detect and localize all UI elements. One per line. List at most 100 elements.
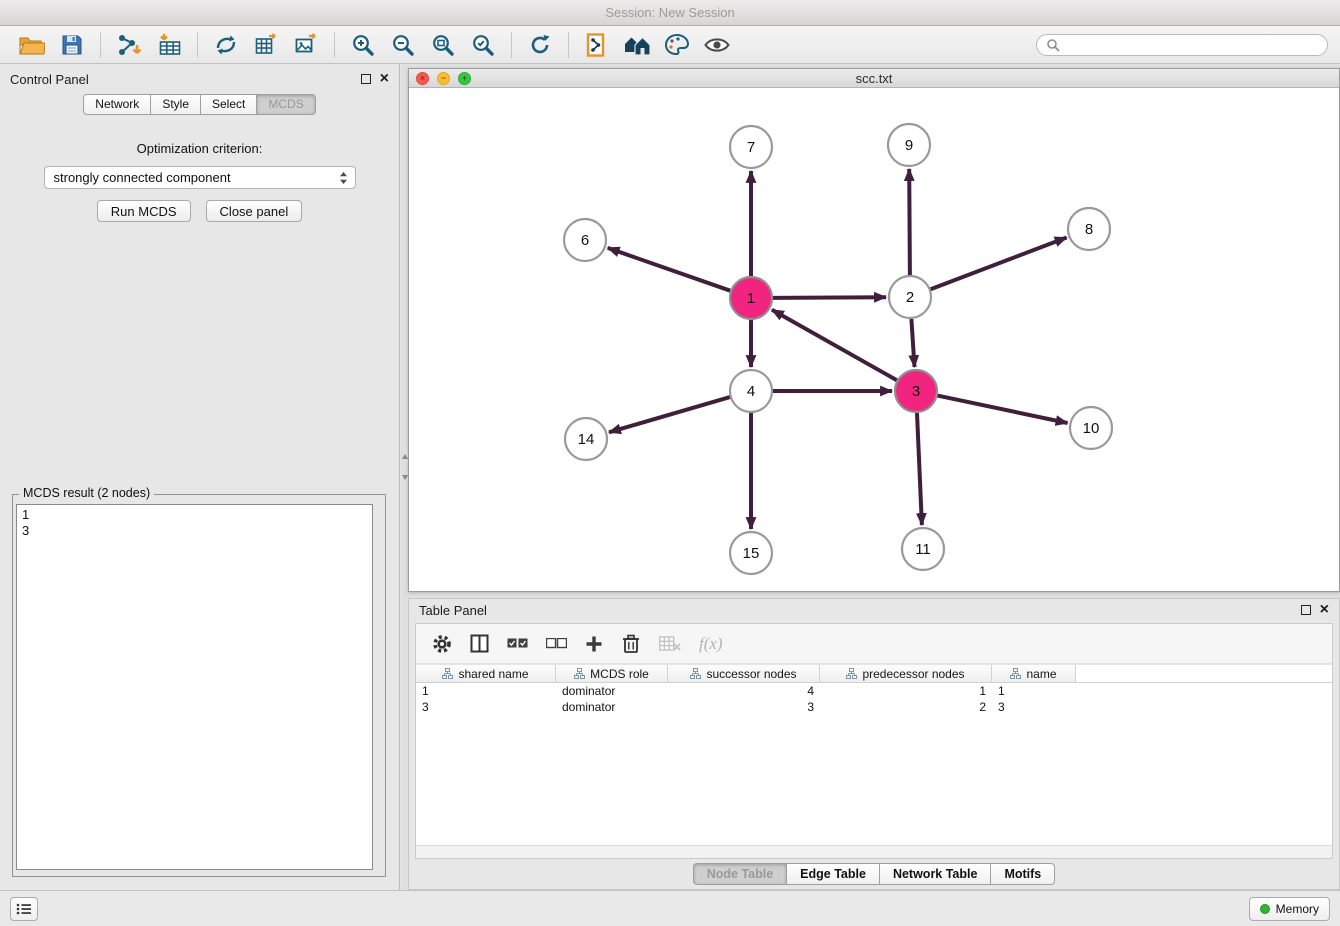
graph-node-label: 6 [581, 232, 589, 249]
mcds-result-item: 1 [22, 507, 367, 523]
column-header-name[interactable]: name [992, 665, 1076, 682]
column-tree-icon [690, 668, 701, 679]
graph-node-10[interactable]: 10 [1070, 407, 1112, 449]
graph-node-1[interactable]: 1 [730, 277, 772, 319]
graph-edge-1-2[interactable] [773, 297, 886, 298]
column-header-mcds-role[interactable]: MCDS role [556, 665, 668, 682]
run-mcds-button[interactable]: Run MCDS [97, 200, 191, 222]
tab-motifs[interactable]: Motifs [991, 863, 1055, 885]
graph-node-6[interactable]: 6 [564, 219, 606, 261]
close-table-panel-button[interactable]: × [1320, 604, 1329, 616]
close-panel-button[interactable]: × [380, 73, 389, 85]
network-window-titlebar[interactable]: × − + scc.txt [409, 69, 1339, 88]
home-button[interactable] [618, 29, 656, 61]
graph-edge-3-1[interactable] [772, 310, 897, 380]
graph-node-15[interactable]: 15 [730, 532, 772, 574]
minimize-window-button[interactable]: − [437, 72, 450, 85]
graph-edge-3-11[interactable] [917, 413, 922, 525]
close-window-button[interactable]: × [416, 72, 429, 85]
refresh-button[interactable] [521, 29, 559, 61]
column-header-successor-nodes[interactable]: successor nodes [668, 665, 820, 682]
new-network-button[interactable] [207, 29, 245, 61]
control-panel-title: Control Panel [10, 72, 89, 87]
graph-node-2[interactable]: 2 [889, 276, 931, 318]
criterion-dropdown[interactable]: strongly connected component [44, 166, 356, 189]
tab-style[interactable]: Style [151, 94, 201, 115]
table-row[interactable]: 1dominator411 [416, 683, 1332, 699]
tab-select[interactable]: Select [201, 94, 257, 115]
zoom-in-icon [351, 33, 375, 57]
show-columns-button[interactable] [470, 634, 489, 653]
table-cell: 4 [668, 684, 820, 698]
zoom-in-button[interactable] [344, 29, 382, 61]
network-snapshot-button[interactable] [578, 29, 616, 61]
delete-row-button[interactable] [621, 633, 641, 654]
open-session-button[interactable] [13, 29, 51, 61]
import-table-button[interactable] [150, 29, 188, 61]
table-horizontal-scrollbar[interactable] [416, 845, 1332, 858]
graph-node-9[interactable]: 9 [888, 124, 930, 166]
maximize-window-button[interactable]: + [458, 72, 471, 85]
tab-network-table[interactable]: Network Table [880, 863, 992, 885]
select-all-rows-button[interactable] [507, 638, 528, 649]
function-builder-button[interactable]: f(x) [699, 634, 723, 654]
tab-mcds[interactable]: MCDS [257, 94, 315, 115]
style-button[interactable] [658, 29, 696, 61]
zoom-selected-button[interactable] [464, 29, 502, 61]
network-canvas[interactable]: 7 9 6 8 1 2 4 3 14 10 15 11 [409, 88, 1339, 591]
graph-node-11[interactable]: 11 [902, 528, 944, 570]
import-network-button[interactable] [110, 29, 148, 61]
add-row-plus-icon [585, 635, 603, 653]
export-table-button[interactable] [247, 29, 285, 61]
graph-node-8[interactable]: 8 [1068, 208, 1110, 250]
graph-edge-1-6[interactable] [608, 248, 731, 291]
float-panel-button[interactable] [361, 74, 371, 84]
graph-node-label: 2 [906, 289, 914, 306]
tab-edge-table[interactable]: Edge Table [787, 863, 880, 885]
export-image-button[interactable] [287, 29, 325, 61]
tab-node-table[interactable]: Node Table [693, 863, 787, 885]
show-hide-button[interactable] [698, 29, 736, 61]
task-history-button[interactable] [10, 897, 38, 921]
table-row[interactable]: 3dominator323 [416, 699, 1332, 715]
function-builder-icon: f(x) [699, 634, 723, 654]
graph-node-4[interactable]: 4 [730, 370, 772, 412]
refresh-icon [528, 33, 552, 57]
export-table-icon [254, 33, 278, 57]
table-panel-title: Table Panel [419, 603, 487, 618]
close-panel-button-2[interactable]: Close panel [206, 200, 303, 222]
tab-network[interactable]: Network [83, 94, 151, 115]
node-table-header: shared nameMCDS rolesuccessor nodesprede… [416, 664, 1332, 683]
float-table-panel-button[interactable] [1301, 605, 1311, 615]
graph-node-14[interactable]: 14 [565, 418, 607, 460]
search-field[interactable] [1036, 34, 1328, 56]
optimization-criterion-label: Optimization criterion: [0, 141, 399, 156]
graph-edge-2-9[interactable] [909, 169, 910, 275]
status-bar: Memory [0, 890, 1340, 926]
add-row-button[interactable] [585, 635, 603, 653]
network-window: × − + scc.txt 7 9 6 8 1 2 4 3 14 10 15 11 [408, 68, 1340, 592]
show-hide-eye-icon [704, 36, 730, 54]
control-panel-header: Control Panel × [0, 64, 399, 94]
table-toolbar: f(x) [416, 624, 1332, 664]
zoom-out-button[interactable] [384, 29, 422, 61]
mcds-result-list[interactable]: 13 [16, 504, 373, 870]
deselect-all-rows-button[interactable] [546, 638, 567, 649]
memory-button[interactable]: Memory [1249, 897, 1330, 921]
column-header-predecessor-nodes[interactable]: predecessor nodes [820, 665, 992, 682]
graph-edge-4-14[interactable] [609, 397, 730, 432]
graph-edge-2-8[interactable] [931, 238, 1067, 290]
open-session-icon [19, 35, 45, 55]
graph-edge-3-10[interactable] [938, 396, 1068, 423]
zoom-fit-button[interactable] [424, 29, 462, 61]
search-input[interactable] [1065, 37, 1318, 52]
network-graph[interactable]: 7 9 6 8 1 2 4 3 14 10 15 11 [409, 88, 1339, 591]
panel-splitter-grip[interactable] [401, 454, 408, 480]
graph-edge-2-3[interactable] [911, 319, 914, 367]
save-session-button[interactable] [53, 29, 91, 61]
graph-node-7[interactable]: 7 [730, 126, 772, 168]
graph-node-3[interactable]: 3 [895, 370, 937, 412]
table-settings-button[interactable] [432, 634, 452, 654]
delete-table-button[interactable] [659, 636, 681, 652]
column-header-shared-name[interactable]: shared name [416, 665, 556, 682]
